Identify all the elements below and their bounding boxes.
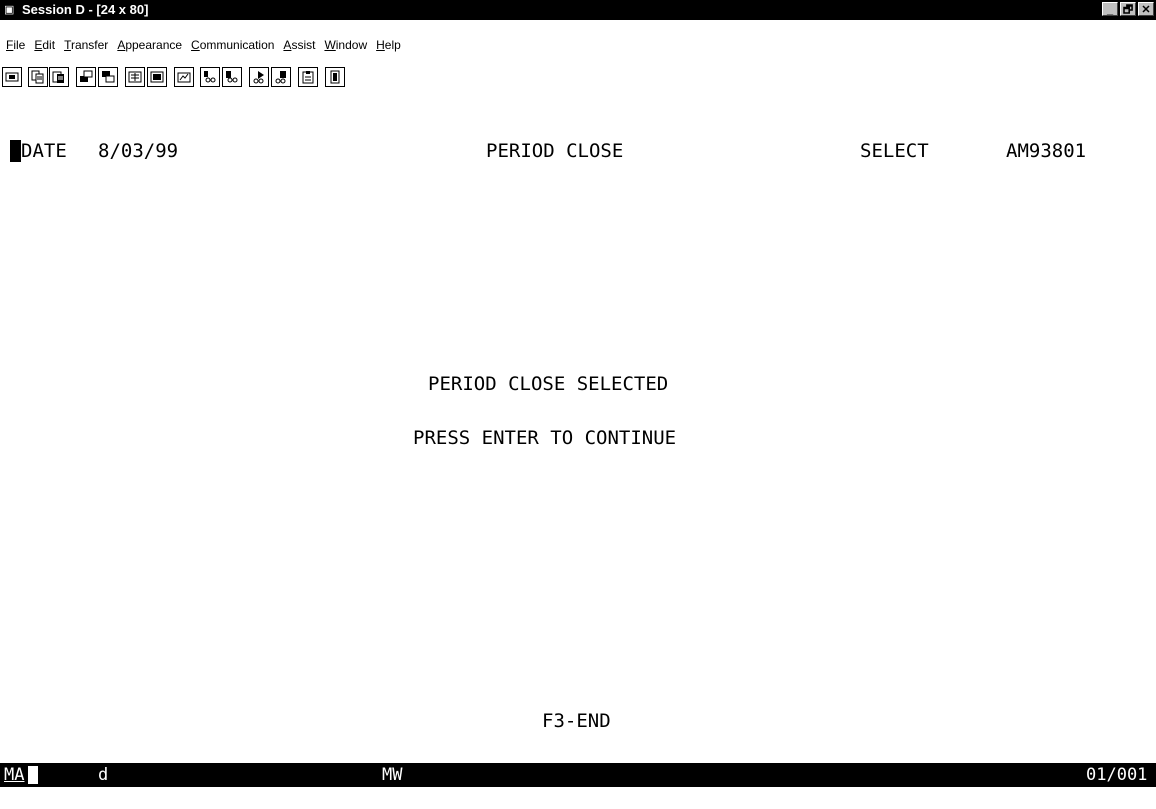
cursor-position: 01/001: [1086, 765, 1148, 785]
close-button[interactable]: ✕: [1138, 2, 1154, 16]
play-macro-icon[interactable]: [222, 67, 242, 87]
receive-file-icon[interactable]: [98, 67, 118, 87]
menu-communication[interactable]: Communication: [191, 37, 274, 53]
window-title: Session D - [24 x 80]: [22, 2, 149, 17]
menu-assist[interactable]: Assist: [283, 37, 315, 53]
status-indicator-ma: MA: [4, 765, 25, 785]
status-bar: MA d MW 01/001: [0, 763, 1156, 787]
message-continue: PRESS ENTER TO CONTINUE: [413, 427, 677, 449]
menu-file[interactable]: File: [6, 37, 25, 53]
menu-help[interactable]: Help: [376, 37, 401, 53]
print-screen-icon[interactable]: [2, 67, 22, 87]
start-icon[interactable]: [249, 67, 269, 87]
terminal-screen[interactable]: DATE 8/03/99 PERIOD CLOSE SELECT AM93801…: [0, 98, 1156, 763]
keypad-icon[interactable]: [125, 67, 145, 87]
record-macro-icon[interactable]: [200, 67, 220, 87]
session-icon[interactable]: ▣: [4, 4, 18, 16]
status-cursor-block: [28, 766, 38, 784]
menu-bar: File Edit Transfer Appearance Communicat…: [0, 32, 1156, 58]
exit-icon[interactable]: [325, 67, 345, 87]
menu-window[interactable]: Window: [324, 37, 367, 53]
function-key-end[interactable]: F3-END: [542, 710, 611, 732]
menu-transfer[interactable]: Transfer: [64, 37, 108, 53]
message-selected: PERIOD CLOSE SELECTED: [428, 373, 669, 395]
text-cursor: [10, 140, 21, 162]
mode-label: SELECT: [860, 140, 929, 162]
program-id: AM93801: [1006, 140, 1087, 162]
date-label: DATE: [21, 140, 67, 162]
clipboard-icon[interactable]: [298, 67, 318, 87]
maximize-button[interactable]: 🗗: [1120, 2, 1136, 16]
display-icon[interactable]: [147, 67, 167, 87]
status-indicator-mw: MW: [382, 765, 403, 785]
menu-appearance[interactable]: Appearance: [117, 37, 182, 53]
date-value: 8/03/99: [98, 140, 179, 162]
title-bar[interactable]: ▣ Session D - [24 x 80] _ 🗗 ✕: [0, 0, 1156, 20]
stop-icon[interactable]: [271, 67, 291, 87]
paste-icon[interactable]: [49, 67, 69, 87]
copy-icon[interactable]: [28, 67, 48, 87]
screen-title: PERIOD CLOSE: [486, 140, 624, 162]
status-indicator-d: d: [98, 765, 109, 785]
bottom-strip: [0, 787, 1156, 809]
toolbar: [0, 58, 1156, 99]
send-file-icon[interactable]: [76, 67, 96, 87]
minimize-button[interactable]: _: [1102, 2, 1118, 16]
macro-icon[interactable]: [174, 67, 194, 87]
menu-edit[interactable]: Edit: [34, 37, 55, 53]
window-controls: _ 🗗 ✕: [1102, 2, 1156, 16]
